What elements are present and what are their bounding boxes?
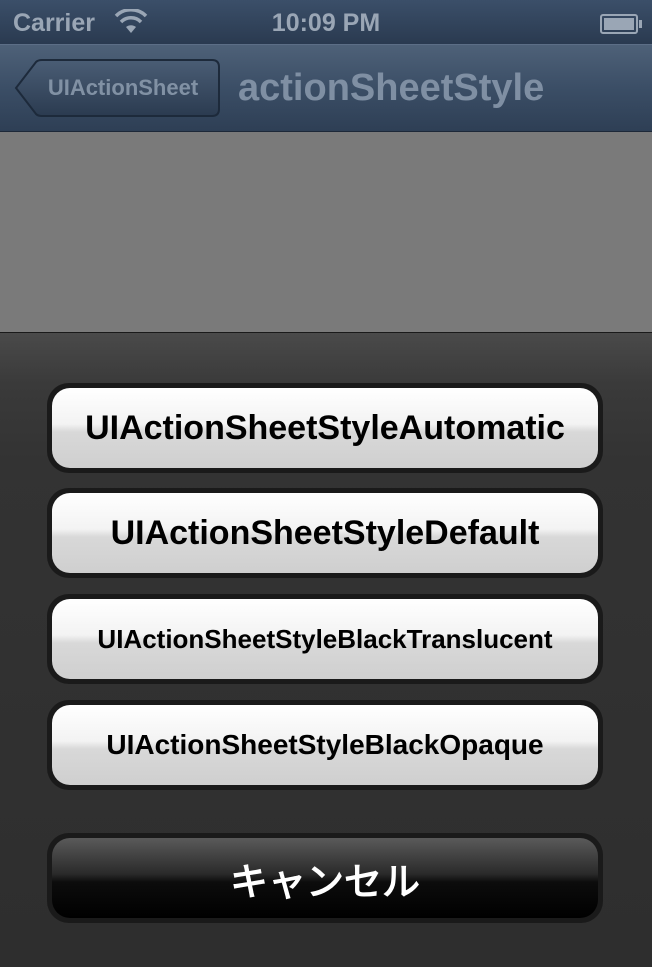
action-button-default-label: UIActionSheetStyleDefault (52, 493, 598, 573)
action-button-black-opaque-label: UIActionSheetStyleBlackOpaque (52, 705, 598, 785)
action-button-automatic[interactable]: UIActionSheetStyleAutomatic (47, 383, 603, 473)
action-button-black-translucent[interactable]: UIActionSheetStyleBlackTranslucent (47, 594, 603, 684)
action-sheet: UIActionSheetStyleAutomatic UIActionShee… (0, 332, 652, 967)
back-button[interactable]: UIActionSheet (14, 59, 220, 117)
action-button-black-opaque[interactable]: UIActionSheetStyleBlackOpaque (47, 700, 603, 790)
screen: Carrier 10:09 PM UIActionSheet actionShe… (0, 0, 652, 967)
status-time: 10:09 PM (271, 9, 381, 37)
status-bar: Carrier 10:09 PM (0, 0, 652, 44)
cancel-button[interactable]: キャンセル (47, 833, 603, 923)
back-button-label: UIActionSheet (47, 75, 199, 100)
page-title: actionSheetStyle (238, 67, 545, 109)
action-button-black-translucent-label: UIActionSheetStyleBlackTranslucent (52, 599, 598, 679)
content-area (0, 132, 652, 332)
navigation-bar: UIActionSheet actionSheetStyle (0, 44, 652, 132)
cancel-button-label: キャンセル (52, 838, 598, 918)
action-button-default[interactable]: UIActionSheetStyleDefault (47, 488, 603, 578)
action-button-automatic-label: UIActionSheetStyleAutomatic (52, 388, 598, 468)
battery-icon (600, 14, 642, 34)
